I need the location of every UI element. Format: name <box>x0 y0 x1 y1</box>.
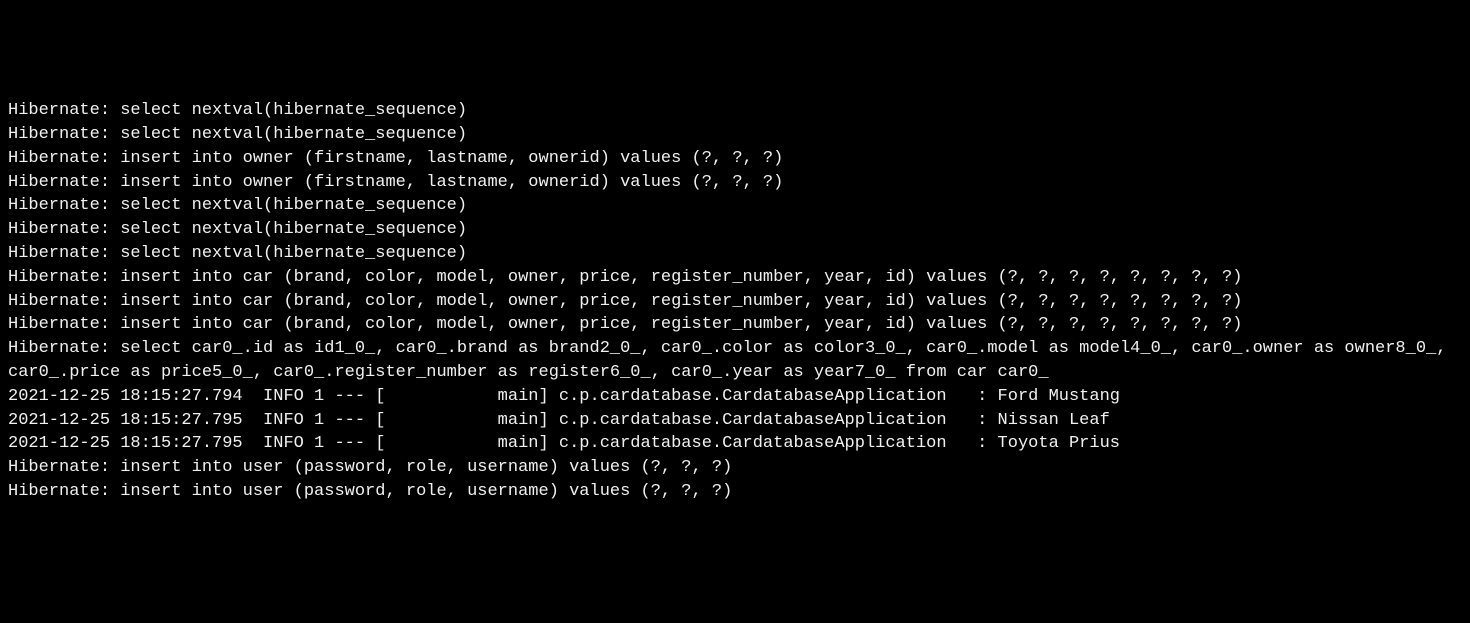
log-line: Hibernate: insert into car (brand, color… <box>8 266 1462 290</box>
log-line: Hibernate: insert into car (brand, color… <box>8 290 1462 314</box>
log-line: Hibernate: insert into user (password, r… <box>8 456 1462 480</box>
terminal-output: Hibernate: select nextval(hibernate_sequ… <box>8 99 1462 504</box>
log-line: Hibernate: select nextval(hibernate_sequ… <box>8 123 1462 147</box>
log-line: Hibernate: insert into owner (firstname,… <box>8 171 1462 195</box>
log-line: Hibernate: select car0_.id as id1_0_, ca… <box>8 337 1462 385</box>
log-line: Hibernate: select nextval(hibernate_sequ… <box>8 194 1462 218</box>
log-line: Hibernate: select nextval(hibernate_sequ… <box>8 218 1462 242</box>
log-line: Hibernate: select nextval(hibernate_sequ… <box>8 99 1462 123</box>
log-line: Hibernate: select nextval(hibernate_sequ… <box>8 242 1462 266</box>
log-line: Hibernate: insert into user (password, r… <box>8 480 1462 504</box>
log-line: Hibernate: insert into car (brand, color… <box>8 313 1462 337</box>
log-line: 2021-12-25 18:15:27.795 INFO 1 --- [ mai… <box>8 409 1462 433</box>
log-line: 2021-12-25 18:15:27.794 INFO 1 --- [ mai… <box>8 385 1462 409</box>
log-line: 2021-12-25 18:15:27.795 INFO 1 --- [ mai… <box>8 432 1462 456</box>
log-line: Hibernate: insert into owner (firstname,… <box>8 147 1462 171</box>
